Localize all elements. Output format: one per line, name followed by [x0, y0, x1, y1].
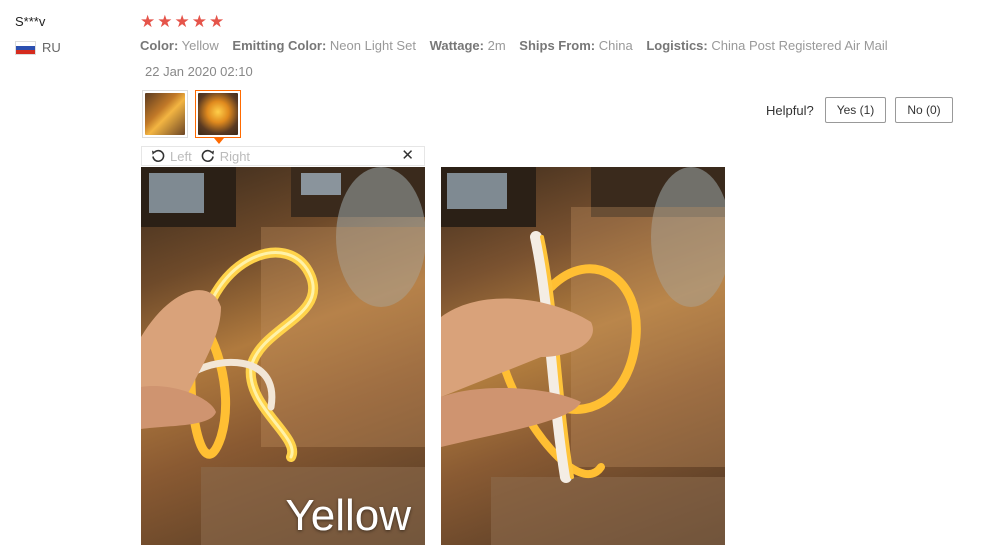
reviewer-name: S***v: [15, 14, 46, 29]
country-code: RU: [42, 40, 61, 55]
thumbnail-image: [198, 93, 238, 135]
photo-thumbnail-2[interactable]: [195, 90, 241, 138]
property-ships-from: Ships From: China: [519, 38, 633, 53]
review-photo-1: Yellow: [141, 167, 425, 545]
star-icon: ★: [140, 12, 156, 31]
neon-strip-photo-illustration: [441, 167, 725, 545]
rotate-right-label: Right: [219, 148, 251, 164]
star-icon: ★: [157, 12, 173, 31]
helpful-yes-button[interactable]: Yes (1): [825, 97, 886, 123]
rotate-left-label: Left: [170, 148, 192, 164]
rotate-left-icon: [152, 149, 165, 163]
neon-strip-photo-illustration: [141, 167, 425, 545]
rating-stars: ★ ★ ★ ★ ★: [140, 12, 224, 32]
russia-flag-icon: [15, 40, 36, 55]
rotate-right-button[interactable]: Right: [200, 148, 250, 164]
photo-thumbnail-1[interactable]: [142, 90, 188, 138]
star-icon: ★: [209, 12, 225, 31]
rotate-left-button[interactable]: Left: [150, 148, 192, 164]
review-date: 22 Jan 2020 02:10: [145, 64, 253, 79]
rotate-right-icon: [201, 149, 214, 163]
close-icon[interactable]: ✕: [401, 148, 414, 164]
helpful-no-button[interactable]: No (0): [895, 97, 953, 123]
property-emitting-color: Emitting Color: Neon Light Set: [232, 38, 416, 53]
property-wattage: Wattage: 2m: [429, 38, 506, 53]
property-color: Color: Yellow: [140, 38, 219, 53]
order-properties: Color: Yellow Emitting Color: Neon Light…: [140, 38, 898, 53]
image-viewer-toolbar: Left Right ✕: [141, 146, 425, 166]
active-thumbnail-caret: [214, 138, 224, 144]
thumbnail-image: [145, 93, 185, 135]
property-logistics: Logistics: China Post Registered Air Mai…: [646, 38, 888, 53]
photo-caption: Yellow: [285, 491, 411, 540]
reviewer-country: RU: [15, 40, 61, 55]
helpful-label: Helpful?: [766, 103, 814, 118]
star-icon: ★: [191, 12, 207, 31]
review-photo-2: [441, 167, 725, 545]
star-icon: ★: [174, 12, 190, 31]
